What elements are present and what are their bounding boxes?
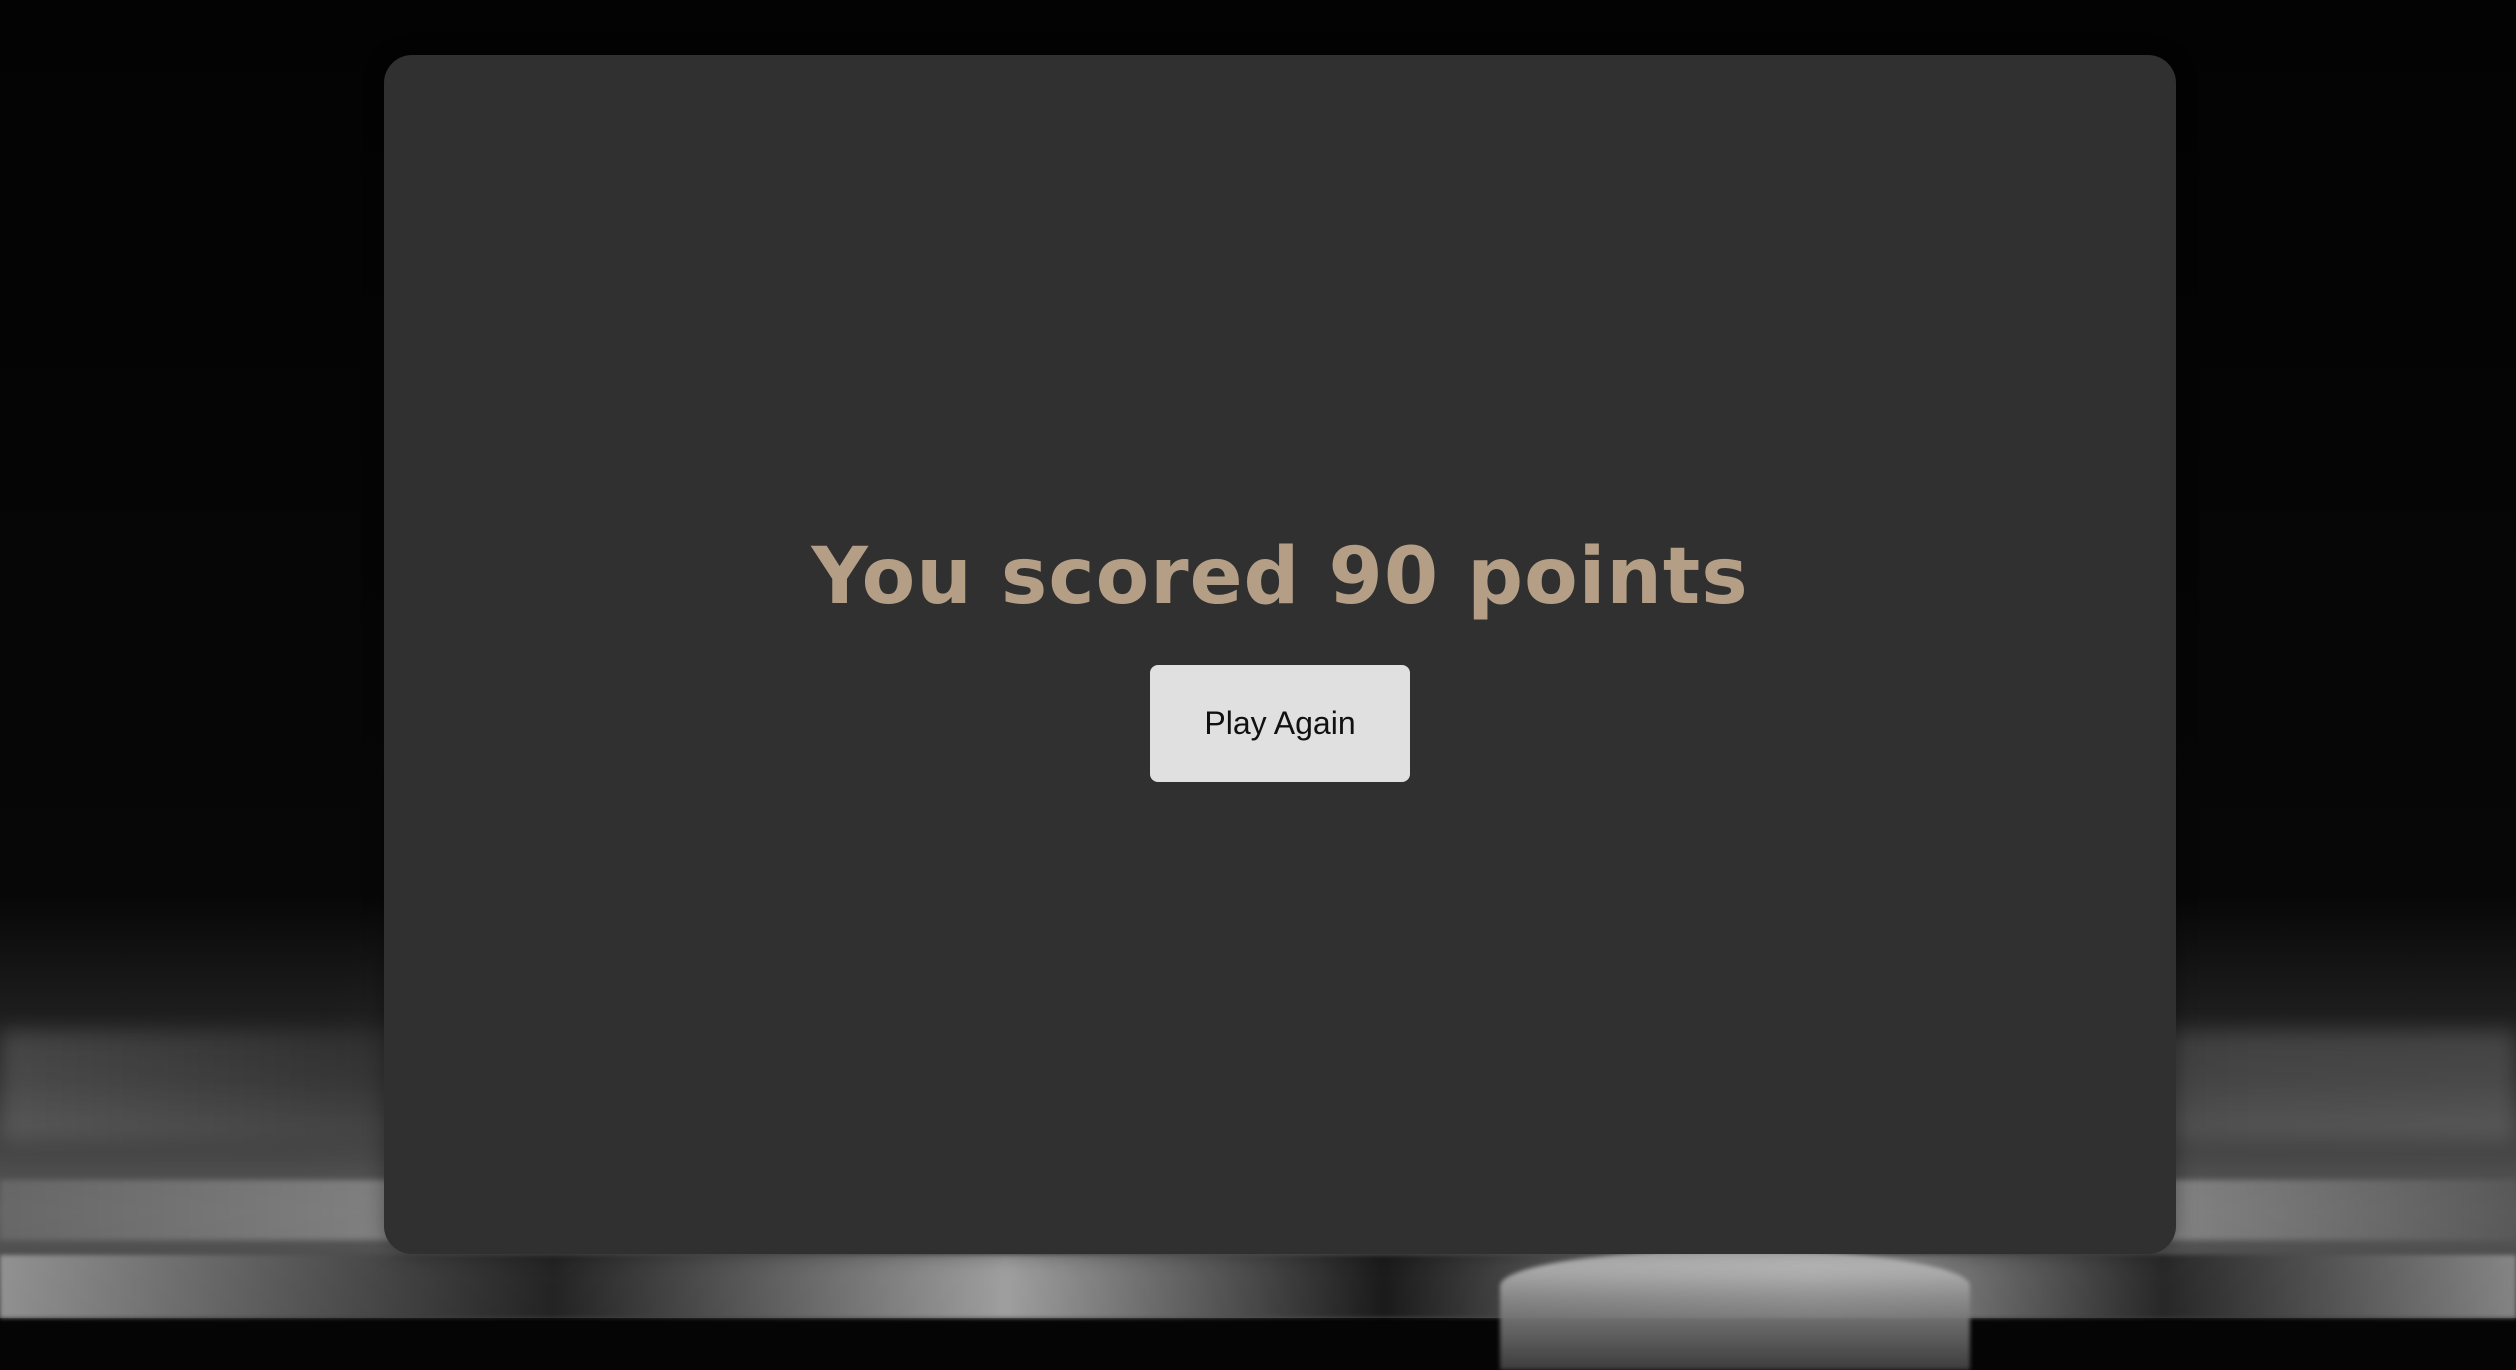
board-row bbox=[0, 1255, 2516, 1318]
play-again-button[interactable]: Play Again bbox=[1150, 665, 1410, 782]
game-over-card: You scored 90 points Play Again bbox=[384, 55, 2176, 1254]
checker-piece bbox=[1500, 1250, 1970, 1370]
score-heading: You scored 90 points bbox=[811, 532, 1749, 622]
